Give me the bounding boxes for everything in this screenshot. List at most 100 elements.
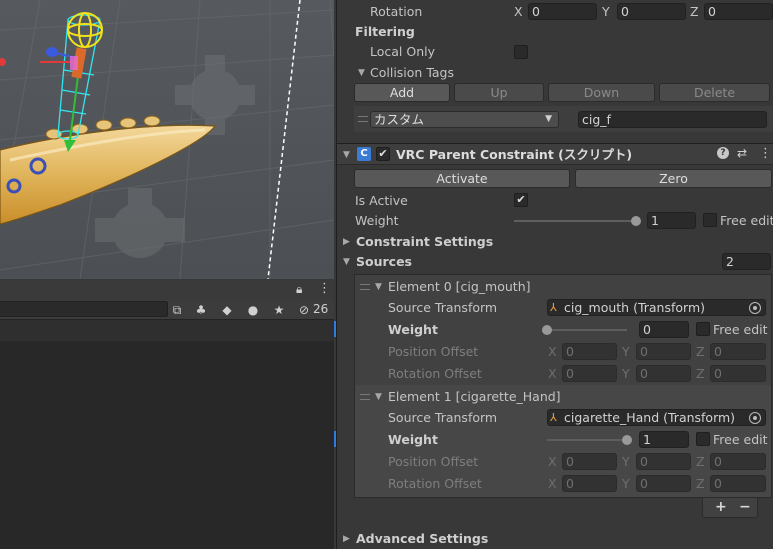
- collision-tags-label[interactable]: Collision Tags: [370, 65, 454, 81]
- rotation-offset-z-label: Z: [696, 476, 705, 491]
- remove-source-button[interactable]: −: [739, 499, 751, 515]
- drag-handle-icon[interactable]: [358, 116, 368, 122]
- project-panel: 🔒︎ ⋮ ⧉ ♣ ◆ ● ★ ⊘ 26: [0, 280, 334, 549]
- drag-handle-icon[interactable]: [360, 394, 370, 400]
- position-offset-z-field[interactable]: 0: [710, 343, 766, 360]
- weight-slider[interactable]: [514, 220, 636, 222]
- position-offset-label: Position Offset: [388, 344, 479, 359]
- search-field-icon[interactable]: ⧉: [168, 302, 186, 318]
- sources-count-field[interactable]: 2: [722, 253, 771, 270]
- rotation-offset-z-field[interactable]: 0: [710, 475, 766, 492]
- zero-button[interactable]: Zero: [575, 169, 772, 188]
- rotation-offset-x-label: X: [548, 476, 557, 491]
- position-offset-x-field[interactable]: 0: [562, 453, 617, 470]
- rotation-offset-x-field[interactable]: 0: [562, 475, 617, 492]
- list-item[interactable]: [0, 320, 334, 342]
- weight-slider[interactable]: [547, 329, 627, 331]
- object-picker-icon[interactable]: [749, 412, 761, 424]
- rotation-offset-y-field[interactable]: 0: [636, 365, 691, 382]
- delete-button[interactable]: Delete: [659, 83, 770, 102]
- position-offset-x-field[interactable]: 0: [562, 343, 617, 360]
- element-0-header[interactable]: Element 0 [cig_mouth]: [388, 279, 531, 295]
- free-edit-label: Free edit: [720, 213, 773, 228]
- rotation-y-label: Y: [602, 4, 610, 19]
- chevron-down-icon[interactable]: ▼: [343, 254, 350, 270]
- free-edit-checkbox[interactable]: [703, 213, 717, 227]
- is-active-checkbox[interactable]: ✔: [514, 193, 528, 207]
- panel-toolbar: ⧉ ♣ ◆ ● ★ ⊘ 26: [0, 300, 334, 320]
- source-transform-field[interactable]: ⅄ cigarette_Hand (Transform): [547, 409, 766, 426]
- chevron-down-icon[interactable]: ▼: [358, 65, 365, 81]
- local-only-checkbox[interactable]: [514, 45, 528, 59]
- position-offset-y-label: Y: [622, 344, 630, 359]
- rotation-offset-label: Rotation Offset: [388, 366, 482, 381]
- presets-icon[interactable]: ⇄: [737, 146, 747, 160]
- position-offset-y-field[interactable]: 0: [636, 453, 691, 470]
- chevron-down-icon: ▼: [545, 114, 552, 124]
- tag-dropdown[interactable]: カスタム ▼: [370, 111, 559, 128]
- rotation-offset-y-field[interactable]: 0: [636, 475, 691, 492]
- element-1-header[interactable]: Element 1 [cigarette_Hand]: [388, 389, 561, 405]
- weight-slider[interactable]: [547, 439, 627, 441]
- panel-tab-bar: 🔒︎ ⋮: [0, 280, 334, 300]
- up-button[interactable]: Up: [454, 83, 544, 102]
- transform-icon: ⅄: [550, 301, 557, 314]
- position-offset-z-label: Z: [696, 344, 705, 359]
- chevron-right-icon[interactable]: ▶: [343, 531, 350, 547]
- constraint-settings-foldout[interactable]: Constraint Settings: [356, 234, 493, 250]
- position-offset-z-field[interactable]: 0: [710, 453, 766, 470]
- warning-icon[interactable]: ●: [244, 302, 262, 318]
- position-offset-y-field[interactable]: 0: [636, 343, 691, 360]
- weight-slider-knob[interactable]: [542, 325, 552, 335]
- weight-field[interactable]: 1: [639, 431, 689, 448]
- chevron-down-icon[interactable]: ▼: [343, 147, 350, 163]
- add-source-button[interactable]: +: [715, 499, 727, 515]
- weight-field[interactable]: 0: [639, 321, 689, 338]
- local-only-label: Local Only: [370, 44, 436, 59]
- source-transform-label: Source Transform: [388, 410, 498, 425]
- free-edit-checkbox[interactable]: [696, 432, 710, 446]
- chevron-down-icon[interactable]: ▼: [375, 279, 382, 295]
- tag-icon[interactable]: ◆: [218, 302, 236, 318]
- weight-field[interactable]: 1: [647, 212, 696, 229]
- help-icon[interactable]: ?: [717, 147, 729, 159]
- more-icon[interactable]: ⋮: [759, 146, 772, 161]
- hidden-eye-icon[interactable]: ⊘: [296, 302, 312, 318]
- filter-icon[interactable]: ♣: [192, 302, 210, 318]
- weight-slider-knob[interactable]: [631, 216, 641, 226]
- rotation-offset-y-label: Y: [622, 476, 630, 491]
- position-offset-y-label: Y: [622, 454, 630, 469]
- down-button[interactable]: Down: [548, 83, 655, 102]
- weight-slider-knob[interactable]: [622, 435, 632, 445]
- weight-label: Weight: [388, 322, 438, 337]
- free-edit-checkbox[interactable]: [696, 322, 710, 336]
- object-picker-icon[interactable]: [749, 302, 761, 314]
- filtering-header: Filtering: [355, 24, 415, 39]
- lock-icon[interactable]: 🔒︎: [296, 282, 302, 297]
- star-icon[interactable]: ★: [270, 302, 288, 318]
- transform-icon: ⅄: [550, 411, 557, 424]
- source-transform-value: cigarette_Hand (Transform): [564, 410, 736, 425]
- rotation-offset-z-field[interactable]: 0: [710, 365, 766, 382]
- component-header[interactable]: ▼ C ✔ VRC Parent Constraint (スクリプト) ? ⇄ …: [337, 143, 773, 165]
- advanced-settings-foldout[interactable]: Advanced Settings: [356, 531, 488, 547]
- rotation-z-field[interactable]: 0: [704, 3, 773, 20]
- script-icon: C: [357, 147, 371, 161]
- more-icon[interactable]: ⋮: [318, 281, 331, 296]
- sources-foldout[interactable]: Sources: [356, 254, 412, 270]
- rotation-x-field[interactable]: 0: [528, 3, 597, 20]
- rotation-y-field[interactable]: 0: [617, 3, 686, 20]
- drag-handle-icon[interactable]: [360, 284, 370, 290]
- rotation-offset-x-field[interactable]: 0: [562, 365, 617, 382]
- add-tag-button[interactable]: Add: [354, 83, 450, 102]
- source-transform-field[interactable]: ⅄ cig_mouth (Transform): [547, 299, 766, 316]
- search-input[interactable]: [0, 301, 168, 317]
- component-enabled-checkbox[interactable]: ✔: [376, 147, 390, 161]
- scene-canvas[interactable]: [0, 0, 334, 279]
- scene-view[interactable]: [0, 0, 334, 279]
- tag-value-field[interactable]: cig_f: [578, 111, 767, 128]
- chevron-down-icon[interactable]: ▼: [375, 389, 382, 405]
- rotation-offset-label: Rotation Offset: [388, 476, 482, 491]
- activate-button[interactable]: Activate: [354, 169, 570, 188]
- chevron-right-icon[interactable]: ▶: [343, 234, 350, 250]
